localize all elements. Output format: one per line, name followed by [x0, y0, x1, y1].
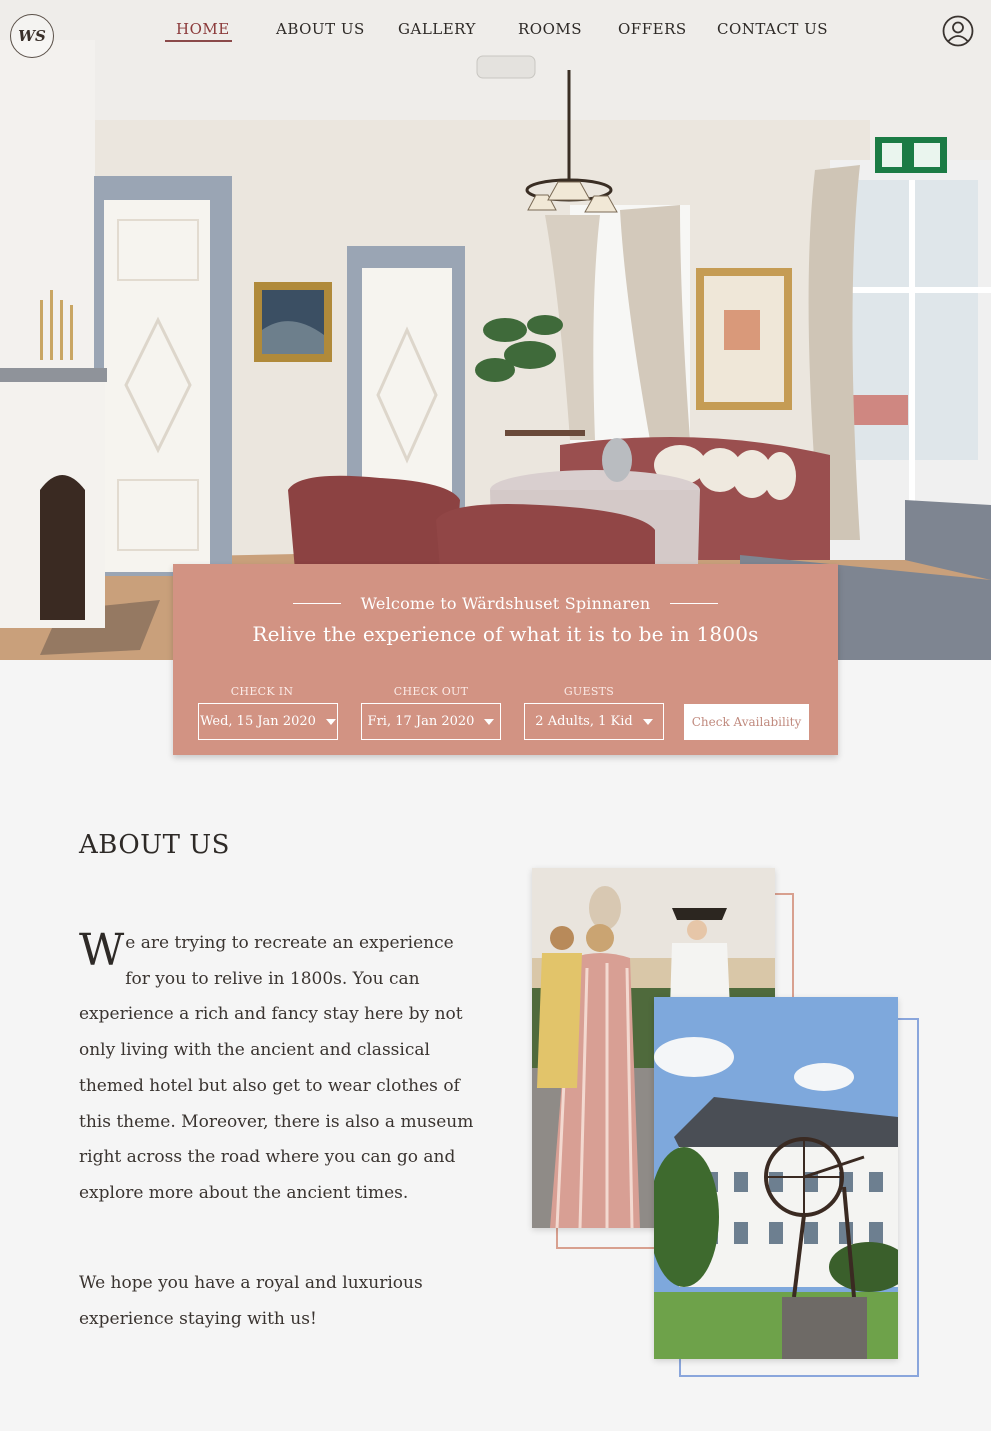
logo[interactable]: WS [10, 14, 54, 58]
divider-right [670, 602, 719, 604]
check-in-select[interactable]: Wed, 15 Jan 2020 [198, 703, 338, 740]
about-closing: We hope you have a royal and luxurious e… [79, 1273, 423, 1329]
nav-gallery[interactable]: GALLERY [398, 20, 476, 42]
about-title: ABOUT US [79, 830, 230, 860]
chevron-down-icon [325, 718, 336, 725]
nav-rooms[interactable]: ROOMS [518, 20, 582, 42]
guests-select[interactable]: 2 Adults, 1 Kid [524, 703, 664, 740]
welcome-row: Welcome to Wärdshuset Spinnaren [173, 592, 838, 614]
guests-value: 2 Adults, 1 Kid [535, 714, 633, 729]
check-in-value: Wed, 15 Jan 2020 [200, 714, 316, 729]
check-out-label: CHECK OUT [393, 685, 469, 698]
nav-offers[interactable]: OFFERS [618, 20, 687, 42]
guests-label: GUESTS [563, 685, 615, 698]
hero-image [0, 0, 991, 660]
hotel-photo [654, 997, 898, 1359]
chevron-down-icon [642, 718, 653, 725]
user-circle-icon[interactable] [942, 15, 974, 47]
welcome-text: Welcome to Wärdshuset Spinnaren [360, 593, 651, 613]
booking-card: Welcome to Wärdshuset Spinnaren Relive t… [173, 564, 838, 755]
about-paragraph: We are trying to recreate an experience … [79, 926, 474, 1212]
nav-active-underline [165, 40, 232, 42]
check-availability-button[interactable]: Check Availability [684, 704, 809, 740]
top-navigation: WS HOME ABOUT US GALLERY ROOMS OFFERS CO… [0, 0, 991, 62]
about-body-text: e are trying to recreate an experience f… [79, 933, 474, 1203]
chevron-down-icon [484, 718, 495, 725]
nav-contact-us[interactable]: CONTACT US [717, 20, 828, 42]
check-out-value: Fri, 17 Jan 2020 [367, 714, 475, 729]
check-out-select[interactable]: Fri, 17 Jan 2020 [361, 703, 501, 740]
nav-about-us[interactable]: ABOUT US [276, 20, 365, 42]
nav-home[interactable]: HOME [176, 20, 230, 42]
tagline: Relive the experience of what it is to b… [252, 622, 759, 646]
divider-left [292, 602, 341, 604]
drop-cap: W [79, 925, 125, 976]
lounge-room-photo [0, 0, 991, 660]
check-in-label: CHECK IN [230, 685, 294, 698]
